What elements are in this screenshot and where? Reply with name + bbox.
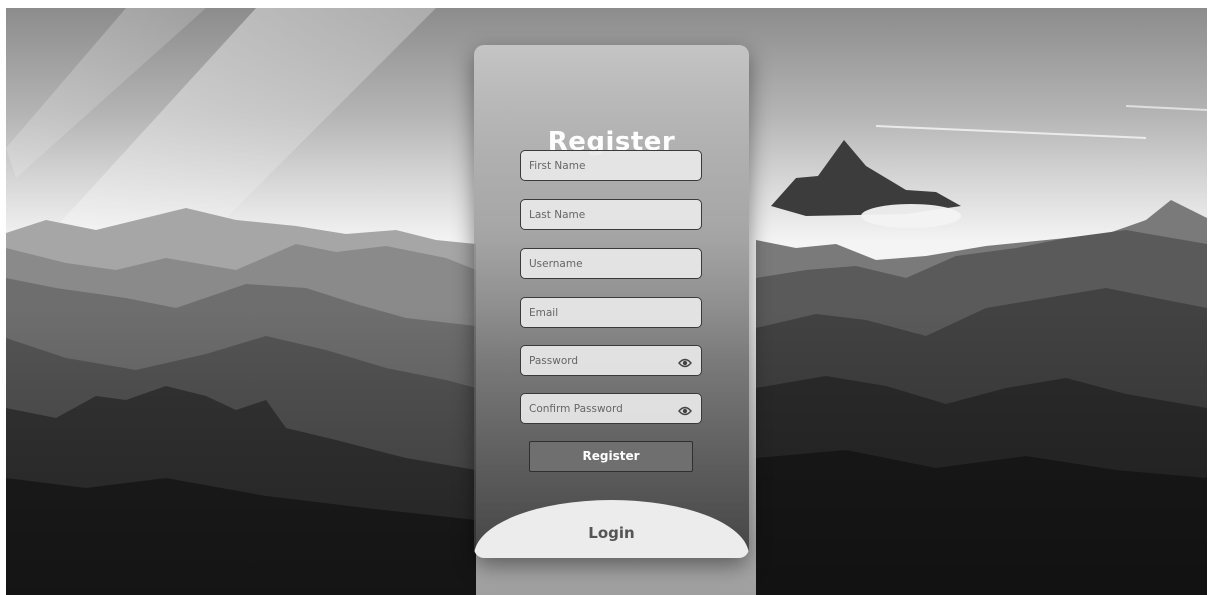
username-input[interactable] — [521, 249, 701, 278]
last-name-input[interactable] — [521, 200, 701, 229]
first-name-field[interactable] — [520, 150, 702, 181]
password-input[interactable] — [521, 346, 701, 375]
confirm-password-field[interactable] — [520, 393, 702, 424]
email-field[interactable] — [520, 297, 702, 328]
first-name-input[interactable] — [521, 151, 701, 180]
password-field[interactable] — [520, 345, 702, 376]
username-field[interactable] — [520, 248, 702, 279]
confirm-password-input[interactable] — [521, 394, 701, 423]
last-name-field[interactable] — [520, 199, 702, 230]
eye-icon[interactable] — [678, 354, 692, 368]
eye-icon[interactable] — [678, 402, 692, 416]
email-input[interactable] — [521, 298, 701, 327]
login-link[interactable]: Login — [474, 524, 749, 542]
register-card: Register Register Login — [474, 45, 749, 558]
register-button[interactable]: Register — [529, 441, 693, 472]
